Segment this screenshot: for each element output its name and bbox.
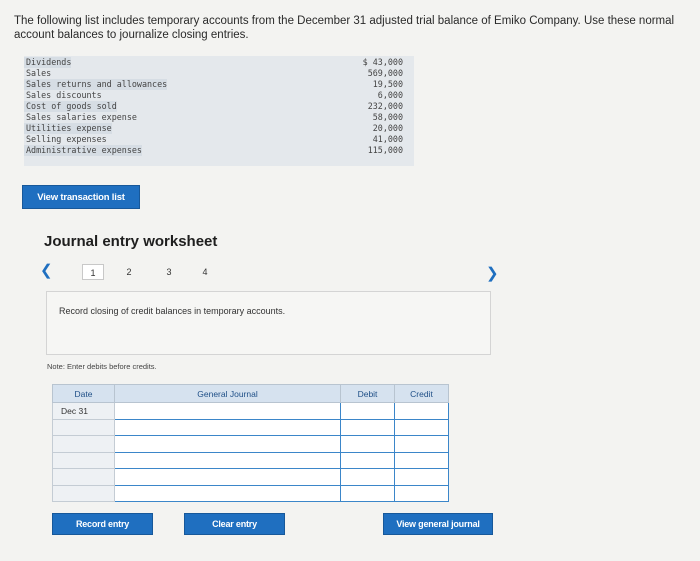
account-name: Sales returns and allowances: [24, 79, 168, 90]
debit-field[interactable]: [340, 468, 395, 486]
instruction-prompt: Record closing of credit balances in tem…: [59, 306, 286, 316]
debit-field[interactable]: [340, 402, 395, 420]
credit-field[interactable]: [394, 402, 449, 420]
balance-row: Sales returns and allowances 19,500: [24, 79, 414, 90]
page-tab-3[interactable]: 3: [158, 264, 180, 280]
entry-note: Note: Enter debits before credits.: [47, 362, 157, 371]
page-tab-1[interactable]: 1: [82, 264, 104, 280]
table-row: [52, 418, 449, 436]
account-amount: 6,000: [377, 90, 403, 100]
balance-row: Utilities expense 20,000: [24, 123, 414, 134]
table-row: [52, 484, 449, 502]
credit-field[interactable]: [394, 484, 449, 502]
account-balances-table: Dividends $ 43,000 Sales 569,000 Sales r…: [24, 56, 414, 166]
chevron-right-icon[interactable]: ❯: [486, 264, 499, 282]
balance-row: Sales discounts 6,000: [24, 90, 414, 101]
account-field[interactable]: [114, 402, 341, 420]
account-name: Utilities expense: [24, 123, 112, 134]
account-field[interactable]: [114, 435, 341, 453]
table-row: Dec 31: [52, 402, 449, 420]
table-row: [52, 468, 449, 486]
account-amount: 20,000: [372, 123, 403, 133]
table-row: [52, 435, 449, 453]
account-amount: $ 43,000: [362, 57, 403, 67]
account-name: Cost of goods sold: [24, 101, 117, 112]
balance-row: Cost of goods sold 232,000: [24, 101, 414, 112]
account-field[interactable]: [114, 418, 341, 436]
instruction-panel: Record closing of credit balances in tem…: [46, 291, 491, 355]
view-general-journal-button[interactable]: View general journal: [383, 513, 493, 535]
view-transaction-list-button[interactable]: View transaction list: [22, 185, 140, 209]
journal-entry-table: Date General Journal Debit Credit Dec 31: [52, 384, 449, 502]
account-amount: 19,500: [372, 79, 403, 89]
debit-column-header: Debit: [340, 384, 395, 403]
record-entry-button[interactable]: Record entry: [52, 513, 153, 535]
date-cell[interactable]: [52, 484, 115, 502]
date-cell[interactable]: [52, 451, 115, 469]
credit-field[interactable]: [394, 435, 449, 453]
credit-field[interactable]: [394, 418, 449, 436]
debit-field[interactable]: [340, 484, 395, 502]
account-amount: 569,000: [367, 68, 403, 78]
date-cell[interactable]: [52, 435, 115, 453]
balance-row: Administrative expenses 115,000: [24, 145, 414, 156]
table-row: [52, 451, 449, 469]
date-cell[interactable]: [52, 418, 115, 436]
chevron-left-icon[interactable]: ❮: [40, 262, 53, 280]
account-name: Dividends: [24, 57, 72, 68]
journal-header-row: Date General Journal Debit Credit: [52, 384, 449, 403]
worksheet-title: Journal entry worksheet: [44, 233, 218, 250]
page-tab-4[interactable]: 4: [194, 264, 216, 280]
debit-field[interactable]: [340, 451, 395, 469]
account-field[interactable]: [114, 484, 341, 502]
general-journal-column-header: General Journal: [114, 384, 341, 403]
instructions-text: The following list includes temporary ac…: [14, 15, 675, 41]
account-amount: 115,000: [367, 145, 403, 155]
account-name: Sales discounts: [26, 90, 102, 100]
page-tab-2[interactable]: 2: [118, 264, 140, 280]
credit-field[interactable]: [394, 451, 449, 469]
account-amount: 232,000: [367, 101, 403, 111]
balance-row: Sales salaries expense 58,000: [24, 112, 414, 123]
balance-row: Selling expenses 41,000: [24, 134, 414, 145]
balance-row: Dividends $ 43,000: [24, 57, 414, 68]
account-amount: 41,000: [372, 134, 403, 144]
credit-column-header: Credit: [394, 384, 449, 403]
account-amount: 58,000: [372, 112, 403, 122]
account-name: Selling expenses: [26, 134, 107, 144]
worksheet-pager: ❮ 1 2 3 4: [40, 262, 510, 282]
account-field[interactable]: [114, 451, 341, 469]
date-cell[interactable]: Dec 31: [52, 402, 115, 420]
credit-field[interactable]: [394, 468, 449, 486]
balance-row: Sales 569,000: [24, 68, 414, 79]
date-column-header: Date: [52, 384, 115, 403]
date-cell[interactable]: [52, 468, 115, 486]
debit-field[interactable]: [340, 418, 395, 436]
account-field[interactable]: [114, 468, 341, 486]
debit-field[interactable]: [340, 435, 395, 453]
account-name: Administrative expenses: [24, 145, 142, 156]
clear-entry-button[interactable]: Clear entry: [184, 513, 285, 535]
account-name: Sales salaries expense: [26, 112, 137, 122]
account-name: Sales: [26, 68, 52, 78]
